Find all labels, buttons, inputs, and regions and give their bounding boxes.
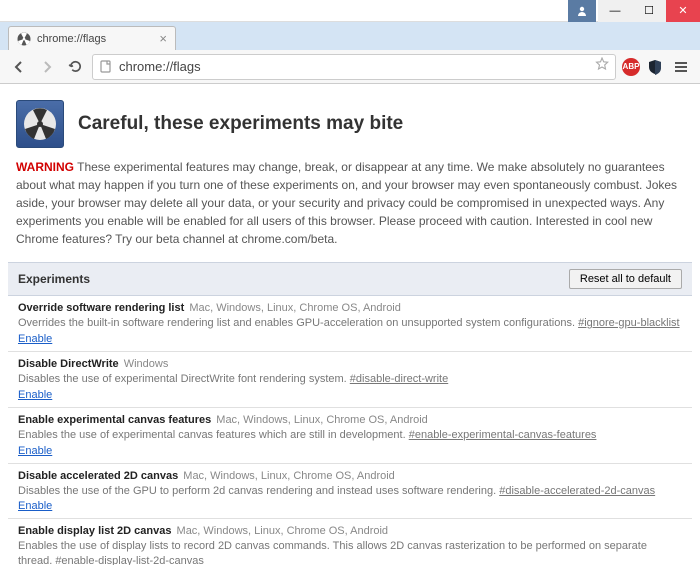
flag-row: Disable DirectWrite Windows Disables the …: [8, 352, 692, 408]
back-button[interactable]: [8, 56, 30, 78]
radiation-icon: [17, 32, 31, 46]
tab-strip: chrome://flags ×: [0, 22, 700, 50]
flag-description: Disables the use of experimental DirectW…: [18, 372, 682, 387]
tab-close-icon[interactable]: ×: [159, 31, 167, 46]
flag-description: Enables the use of display lists to reco…: [18, 539, 682, 565]
flag-platforms: Mac, Windows, Linux, Chrome OS, Android: [173, 525, 388, 537]
tab-title: chrome://flags: [37, 33, 106, 45]
flag-title: Override software rendering list: [18, 302, 184, 314]
flag-title: Enable display list 2D canvas: [18, 525, 171, 537]
minimize-button[interactable]: —: [598, 0, 632, 22]
experiments-header: Experiments Reset all to default: [8, 262, 692, 296]
flag-hash-link[interactable]: #enable-experimental-canvas-features: [409, 429, 597, 441]
maximize-button[interactable]: ☐: [632, 0, 666, 22]
page-header: Careful, these experiments may bite: [0, 84, 700, 158]
flag-list: Override software rendering list Mac, Wi…: [0, 296, 700, 565]
tab-flags[interactable]: chrome://flags ×: [8, 26, 176, 50]
flag-row: Override software rendering list Mac, Wi…: [8, 296, 692, 352]
flag-title: Disable accelerated 2D canvas: [18, 470, 178, 482]
flag-hash-link[interactable]: #disable-direct-write: [350, 373, 448, 385]
page-icon: [99, 60, 113, 74]
menu-button[interactable]: [670, 56, 692, 78]
flag-platforms: Mac, Windows, Linux, Chrome OS, Android: [186, 302, 401, 314]
flag-platforms: Mac, Windows, Linux, Chrome OS, Android: [180, 470, 395, 482]
address-bar[interactable]: chrome://flags: [92, 54, 616, 80]
flag-description: Disables the use of the GPU to perform 2…: [18, 484, 682, 499]
flag-description: Enables the use of experimental canvas f…: [18, 428, 682, 443]
flag-enable-link[interactable]: Enable: [18, 445, 52, 457]
forward-button[interactable]: [36, 56, 58, 78]
flag-hash-link[interactable]: #ignore-gpu-blacklist: [578, 317, 680, 329]
window-titlebar: — ☐ ✕: [0, 0, 700, 22]
reset-all-button[interactable]: Reset all to default: [569, 269, 682, 289]
bookmark-star-icon[interactable]: [595, 57, 609, 76]
content-area[interactable]: Careful, these experiments may bite WARN…: [0, 84, 700, 565]
flag-title: Enable experimental canvas features: [18, 414, 211, 426]
warning-text: These experimental features may change, …: [16, 160, 677, 246]
flag-enable-link[interactable]: Enable: [18, 333, 52, 345]
flag-row: Disable accelerated 2D canvas Mac, Windo…: [8, 464, 692, 520]
flag-hash-link[interactable]: #enable-display-list-2d-canvas: [55, 555, 204, 565]
adblock-icon[interactable]: ABP: [622, 58, 640, 76]
user-button[interactable]: [568, 0, 596, 22]
flag-enable-link[interactable]: Enable: [18, 389, 52, 401]
warning-paragraph: WARNING These experimental features may …: [0, 158, 700, 262]
flag-enable-link[interactable]: Enable: [18, 500, 52, 512]
toolbar: chrome://flags ABP: [0, 50, 700, 84]
warning-label: WARNING: [16, 160, 74, 174]
flag-description: Overrides the built-in software renderin…: [18, 316, 682, 331]
reload-button[interactable]: [64, 56, 86, 78]
flag-row: Enable display list 2D canvas Mac, Windo…: [8, 519, 692, 565]
flag-platforms: Windows: [121, 358, 169, 370]
browser-window: — ☐ ✕ chrome://flags × chrome://flags: [0, 0, 700, 565]
experiments-heading: Experiments: [18, 272, 90, 286]
flag-hash-link[interactable]: #disable-accelerated-2d-canvas: [499, 485, 655, 497]
url-text: chrome://flags: [119, 59, 589, 74]
radiation-large-icon: [16, 100, 64, 148]
shield-icon[interactable]: [646, 58, 664, 76]
flag-title: Disable DirectWrite: [18, 358, 119, 370]
flag-row: Enable experimental canvas features Mac,…: [8, 408, 692, 464]
page-title: Careful, these experiments may bite: [78, 113, 403, 135]
flag-platforms: Mac, Windows, Linux, Chrome OS, Android: [213, 414, 428, 426]
close-button[interactable]: ✕: [666, 0, 700, 22]
